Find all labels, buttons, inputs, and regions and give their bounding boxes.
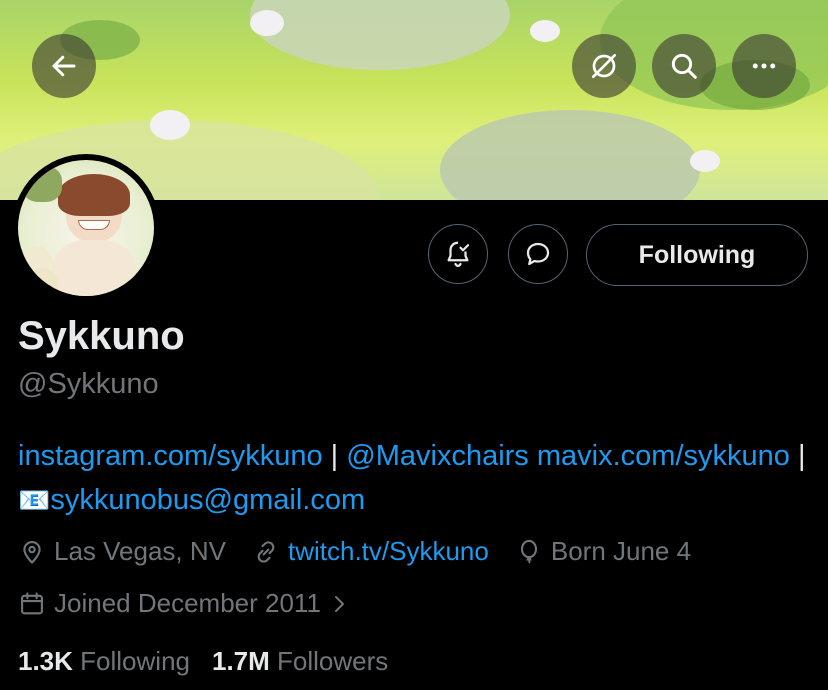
website[interactable]: twitch.tv/Sykkuno xyxy=(252,536,489,567)
followers-stat[interactable]: 1.7M Followers xyxy=(212,646,388,677)
followers-label: Followers xyxy=(277,646,389,676)
banner-flower xyxy=(150,110,190,140)
bell-check-icon xyxy=(447,241,470,268)
bio-link-mavix[interactable]: mavix.com/sykkuno xyxy=(529,440,790,472)
followers-count: 1.7M xyxy=(211,646,270,676)
display-name: Sykkuno xyxy=(18,314,185,358)
calendar-icon xyxy=(21,591,43,614)
joined-date[interactable]: Joined December 2011 xyxy=(18,588,359,619)
search-icon xyxy=(671,53,697,79)
bio-mention-mavixchairs[interactable]: @Mavixchairs xyxy=(346,440,529,472)
search-button[interactable] xyxy=(652,34,716,98)
banner-rock xyxy=(440,110,700,200)
website-link[interactable]: twitch.tv/Sykkuno xyxy=(288,536,489,567)
bio-separator: | xyxy=(789,440,806,472)
banner-flower xyxy=(250,10,284,36)
bio-link-instagram[interactable]: instagram.com/sykkuno xyxy=(18,440,323,472)
user-handle: @Sykkuno xyxy=(18,368,159,400)
more-button[interactable] xyxy=(732,34,796,98)
chevron-right-icon xyxy=(334,595,344,612)
banner-flower xyxy=(530,20,560,42)
following-stat[interactable]: 1.3K Following xyxy=(18,646,190,677)
translate-button[interactable] xyxy=(572,34,636,98)
more-icon xyxy=(752,63,776,69)
joined-row[interactable]: Joined December 2011 xyxy=(18,588,385,619)
notifications-button[interactable] xyxy=(428,224,488,284)
back-arrow-icon xyxy=(52,55,76,77)
link-icon xyxy=(257,540,275,563)
joined-text: Joined December 2011 xyxy=(54,588,321,618)
following-count: 1.3K xyxy=(18,646,73,676)
birthday-text: Born June 4 xyxy=(550,536,692,566)
birthday: Born June 4 xyxy=(515,536,691,567)
bio-separator: | xyxy=(322,440,347,472)
back-button[interactable] xyxy=(32,34,96,98)
following-button[interactable]: Following xyxy=(586,224,808,286)
bio-email-link[interactable]: sykkunobus@gmail.com xyxy=(50,484,365,516)
avatar-image xyxy=(18,160,154,296)
message-bubble-icon xyxy=(526,242,550,266)
translate-slash-icon xyxy=(592,54,616,78)
location-pin-icon xyxy=(23,540,41,564)
follow-stats: 1.3K Following 1.7M Followers xyxy=(18,646,410,677)
profile-meta-row: Las Vegas, NV twitch.tv/Sykkuno Born Jun… xyxy=(18,536,717,567)
profile-bio: instagram.com/sykkuno | @Mavixchairs mav… xyxy=(18,434,808,522)
following-label: Following xyxy=(80,646,190,676)
email-emoji-icon: 📧 xyxy=(18,485,51,515)
location: Las Vegas, NV xyxy=(18,536,226,567)
banner-flower xyxy=(690,150,720,172)
avatar[interactable] xyxy=(12,154,160,302)
banner-rock xyxy=(250,0,510,70)
message-button[interactable] xyxy=(508,224,568,284)
location-text: Las Vegas, NV xyxy=(54,536,226,566)
balloon-icon xyxy=(520,539,537,564)
